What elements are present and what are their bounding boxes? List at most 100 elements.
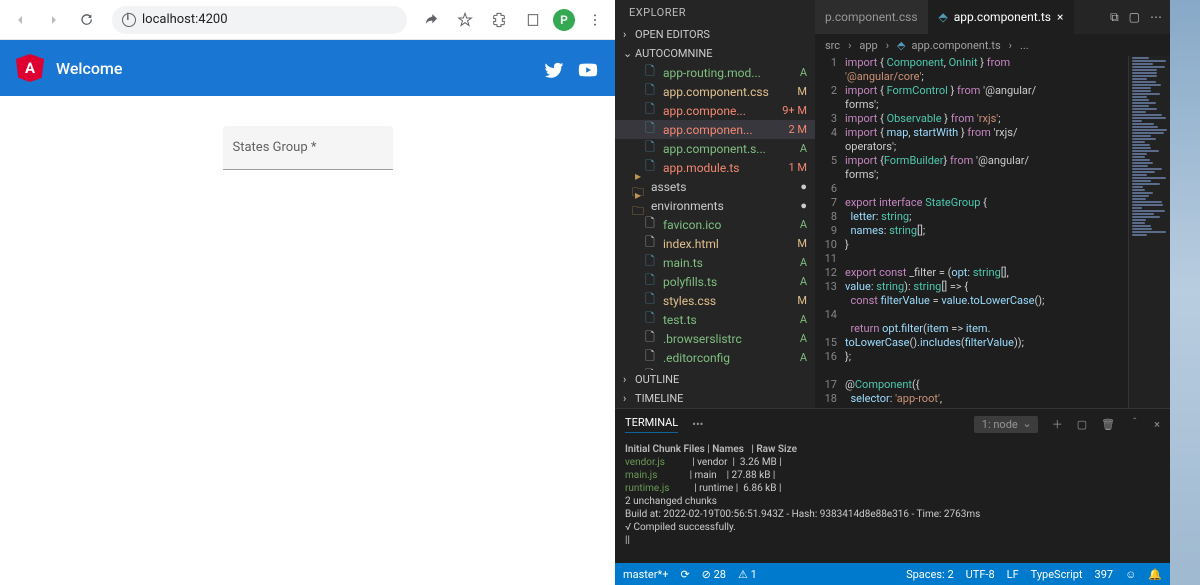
git-status: 2 M: [788, 123, 807, 136]
app-title: Welcome: [56, 59, 122, 78]
kebab-icon[interactable]: [581, 6, 609, 34]
file-tree-item[interactable]: 🗋favicon.icoA: [615, 215, 815, 234]
encoding-indicator[interactable]: UTF-8: [966, 568, 995, 581]
git-status: M: [797, 85, 807, 98]
extensions-icon[interactable]: [485, 6, 513, 34]
file-icon: 🗋: [643, 252, 657, 273]
file-tree-item[interactable]: 🗋main.tsA: [615, 253, 815, 272]
git-branch[interactable]: master*+: [623, 568, 668, 581]
file-name: app-routing.mod...: [663, 66, 794, 80]
status-bar: master*+ ⟳ ⊘ 28 ⚠ 1 Spaces: 2 UTF-8 LF T…: [615, 563, 1170, 585]
file-tree-item[interactable]: 🗋styles.cssM: [615, 291, 815, 310]
reload-icon[interactable]: [74, 6, 102, 34]
states-group-input[interactable]: States Group *: [223, 126, 393, 170]
timeline-section[interactable]: TIMELINE: [615, 389, 815, 408]
twitter-icon[interactable]: [543, 59, 565, 77]
file-name: app.compone...: [663, 104, 776, 118]
file-tree-item[interactable]: 🗋.editorconfigA: [615, 348, 815, 367]
more-icon[interactable]: ⋯: [1150, 10, 1162, 24]
terminal-selector[interactable]: 1: node: [974, 416, 1038, 433]
file-tree-item[interactable]: 🗋app.module.ts1 M: [615, 158, 815, 177]
git-status: A: [800, 142, 807, 155]
file-tree-item[interactable]: 🗋 app.compone... 9+ M: [615, 101, 815, 120]
file-icon: 🗋: [643, 63, 657, 83]
file-name: index.html: [663, 237, 791, 251]
url-text: localhost:4200: [142, 12, 228, 27]
file-tree-item[interactable]: 🗋 app-routing.mod... A: [615, 63, 815, 82]
compare-icon[interactable]: ⧉: [1110, 10, 1119, 25]
notifications-icon[interactable]: 🔔: [1148, 568, 1162, 581]
feedback-icon[interactable]: ☺: [1125, 568, 1136, 581]
git-status: 1 M: [788, 161, 807, 174]
nav-back-icon[interactable]: [6, 6, 34, 34]
errors-indicator[interactable]: ⊘ 28: [702, 568, 726, 581]
file-name: app.component.s...: [663, 142, 794, 156]
page-body: States Group *: [0, 96, 615, 585]
minimap[interactable]: [1128, 56, 1170, 408]
file-tree-item[interactable]: 🗋 index.html M: [615, 234, 815, 253]
git-status: 9+ M: [782, 104, 807, 117]
file-icon: 🗋: [643, 290, 657, 311]
file-tree-item[interactable]: ▸ 🗀environments●: [615, 196, 815, 215]
project-section[interactable]: AUTOCOMNINE: [615, 44, 815, 63]
share-icon[interactable]: [417, 6, 445, 34]
git-status: A: [800, 218, 807, 231]
profile-avatar[interactable]: P: [553, 9, 575, 31]
line-col-indicator[interactable]: 397: [1095, 568, 1114, 581]
tab-ts[interactable]: ⬘app.component.ts×: [929, 0, 1075, 34]
new-terminal-icon[interactable]: ＋: [1052, 416, 1063, 432]
close-panel-icon[interactable]: ×: [1154, 418, 1160, 431]
maximize-icon[interactable]: ＾: [1129, 416, 1140, 432]
outline-section[interactable]: OUTLINE: [615, 370, 815, 389]
terminal-panel: TERMINAL ••• 1: node ＋ ▢ 🗑 ＾ × Initial C…: [615, 408, 1170, 563]
close-icon[interactable]: ×: [1057, 10, 1063, 24]
youtube-icon[interactable]: [577, 59, 599, 77]
explorer-title: EXPLORER: [615, 0, 815, 25]
file-name: environments: [651, 199, 794, 213]
tab-css[interactable]: p.component.css: [815, 0, 929, 34]
angular-logo-icon: A: [16, 54, 44, 82]
eol-indicator[interactable]: LF: [1007, 568, 1019, 581]
file-tree-item[interactable]: 🗋test.tsA: [615, 310, 815, 329]
file-tree-item[interactable]: 🗋app.component.cssM: [615, 82, 815, 101]
file-icon: 🗋: [643, 157, 657, 178]
star-icon[interactable]: [451, 6, 479, 34]
file-icon: 🗋: [643, 138, 657, 159]
breadcrumb[interactable]: src app ⬘app.component.ts ...: [815, 34, 1170, 56]
spaces-indicator[interactable]: Spaces: 2: [906, 568, 954, 581]
warnings-indicator[interactable]: ⚠ 1: [738, 568, 757, 581]
language-indicator[interactable]: TypeScript: [1031, 568, 1083, 581]
editor-tabs: p.component.css ⬘app.component.ts× ⧉ ▢ ⋯: [815, 0, 1170, 34]
file-tree: 🗋app-routing.mod...A🗋app.component.cssM🗋…: [615, 63, 815, 370]
open-editors-section[interactable]: OPEN EDITORS: [615, 25, 815, 44]
browser-window: localhost:4200 P A Welcome States Group …: [0, 0, 615, 585]
file-icon: 🗋: [643, 347, 657, 368]
file-name: test.ts: [663, 313, 794, 327]
file-tree-item[interactable]: 🗋polyfills.tsA: [615, 272, 815, 291]
git-status: A: [800, 66, 807, 79]
file-icon: 🗋: [643, 81, 657, 102]
split-icon[interactable]: ▢: [1129, 10, 1140, 24]
trash-icon[interactable]: 🗑: [1101, 418, 1115, 431]
file-tree-item[interactable]: 🗋app.componen...2 M: [615, 120, 815, 139]
file-tree-item[interactable]: 🗋 app.component.s... A: [615, 139, 815, 158]
file-icon: 🗋: [643, 233, 657, 254]
reading-list-icon[interactable]: [519, 6, 547, 34]
git-status: ●: [800, 180, 807, 193]
address-bar[interactable]: localhost:4200: [112, 6, 407, 34]
code-editor[interactable]: 1234567891011121314151617181920212223 im…: [815, 56, 1170, 408]
file-tree-item[interactable]: ▸ 🗀assets●: [615, 177, 815, 196]
file-name: assets: [651, 180, 794, 194]
git-status: M: [797, 237, 807, 250]
nav-forward-icon[interactable]: [40, 6, 68, 34]
file-icon: 🗋: [643, 100, 657, 121]
git-status: A: [800, 332, 807, 345]
sync-icon[interactable]: ⟳: [680, 568, 689, 581]
terminal-output[interactable]: Initial Chunk Files | Names | Raw Sizeve…: [615, 439, 1170, 563]
terminal-tab[interactable]: TERMINAL: [625, 416, 678, 433]
terminal-overflow-icon[interactable]: •••: [692, 418, 703, 431]
file-tree-item[interactable]: 🗋.browserslistrcA: [615, 329, 815, 348]
site-info-icon[interactable]: [122, 13, 136, 27]
desktop-wallpaper: [1170, 0, 1200, 585]
split-terminal-icon[interactable]: ▢: [1077, 418, 1087, 431]
